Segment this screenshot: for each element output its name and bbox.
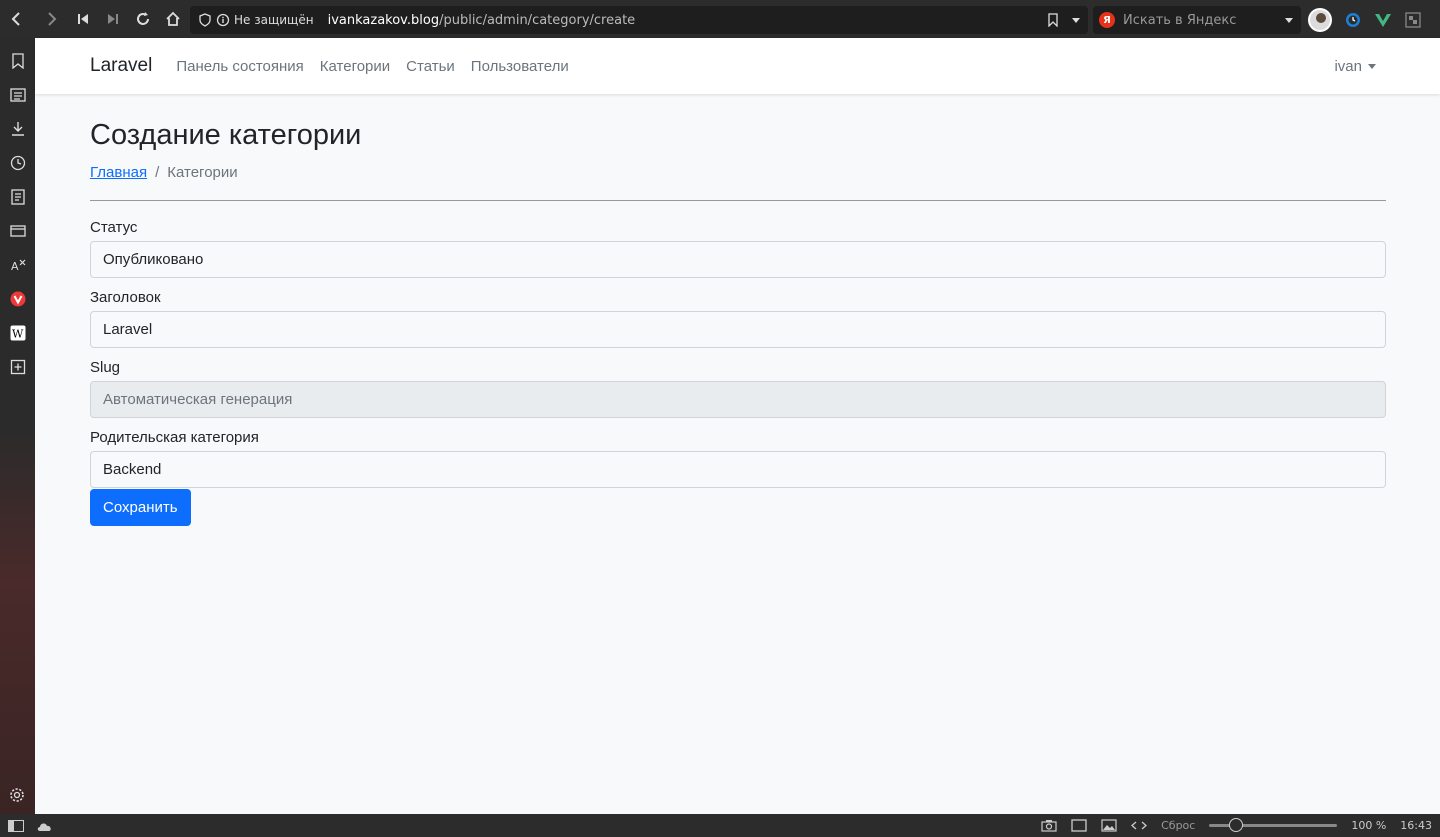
shield-icon [199,13,211,27]
zoom-slider[interactable] [1209,818,1338,832]
camera-icon[interactable] [1041,819,1057,832]
forward-icon[interactable] [36,4,66,34]
slug-input-placeholder: Автоматическая генерация [103,391,293,408]
bookmark-icon[interactable] [1046,13,1060,27]
status-select[interactable]: Опубликовано [90,241,1386,278]
settings-gear-icon[interactable] [6,784,28,806]
chevron-down-icon[interactable] [1283,14,1295,26]
save-button[interactable]: Сохранить [90,489,191,526]
wikipedia-icon[interactable]: W [7,322,29,344]
code-icon[interactable] [1131,819,1148,832]
svg-text:W: W [12,328,24,341]
divider [90,200,1386,201]
breadcrumb-home-link[interactable]: Главная [90,164,147,181]
url-host: ivankazakov.blog [327,12,440,28]
reload-icon[interactable] [128,4,158,34]
status-label: Статус [90,219,138,236]
nav-link-categories[interactable]: Категории [320,58,390,75]
nav-link-dashboard[interactable]: Панель состояния [176,58,303,75]
translate-icon[interactable]: A [7,254,29,276]
home-icon[interactable] [158,4,188,34]
zoom-reset-button[interactable]: Сброс [1161,819,1195,832]
url-path: /public/admin/category/create [439,12,636,28]
site-navbar: Laravel Панель состояния Категории Стать… [35,38,1440,94]
status-select-value: Опубликовано [103,251,204,268]
image-toggle-icon[interactable] [1101,819,1117,832]
rewind-icon[interactable] [68,4,98,34]
user-dropdown[interactable]: ivan [1334,58,1376,75]
heading-input[interactable]: Laravel [90,311,1386,348]
parent-category-value: Backend [103,461,162,478]
search-field[interactable]: Я Искать в Яндекс [1093,6,1301,34]
svg-text:A: A [11,260,19,273]
tile-window-icon[interactable] [1071,819,1087,832]
chevron-down-icon[interactable] [1070,14,1082,26]
address-bar[interactable]: Не защищён ivankazakov.blog/public/admin… [190,6,1088,34]
notes-icon[interactable] [7,186,29,208]
breadcrumb-separator: / [155,164,160,181]
status-field-group: Статус Опубликовано [90,219,1386,278]
url-text[interactable]: ivankazakov.blog/public/admin/category/c… [328,13,636,28]
main-content: Создание категории Главная / Категории С… [35,118,1386,526]
slug-input: Автоматическая генерация [90,381,1386,418]
breadcrumb-current: Категории [167,164,238,181]
security-label: Не защищён [234,13,314,27]
vivaldi-icon[interactable] [7,288,29,310]
vue-devtools-icon[interactable] [1374,11,1392,29]
user-name: ivan [1334,57,1362,75]
bookmarks-panel-icon[interactable] [7,50,29,72]
search-placeholder: Искать в Яндекс [1123,12,1237,28]
webpage: Laravel Панель состояния Категории Стать… [35,38,1440,814]
window-panel-icon[interactable] [7,220,29,242]
cloud-sync-icon[interactable] [36,820,54,832]
clock: 16:43 [1400,819,1432,832]
security-indicator[interactable]: Не защищён [190,13,314,27]
brand-link[interactable]: Laravel [90,55,152,77]
heading-input-value: Laravel [103,321,153,338]
back-icon[interactable] [2,4,32,34]
history-icon[interactable] [7,152,29,174]
downloads-icon[interactable] [7,118,29,140]
browser-side-panel: A W [0,38,35,814]
breadcrumb: Главная / Категории [90,164,1386,181]
yandex-icon: Я [1099,12,1115,28]
slug-field-group: Slug Автоматическая генерация [90,359,1386,418]
heading-label: Заголовок [90,289,161,306]
reading-list-icon[interactable] [7,84,29,106]
caret-down-icon [1368,63,1376,69]
nav-link-users[interactable]: Пользователи [471,58,569,75]
page-title: Создание категории [90,119,362,151]
parent-field-group: Родительская категория Backend [90,429,1386,488]
heading-field-group: Заголовок Laravel [90,289,1386,348]
clock-extension-icon[interactable] [1344,11,1362,29]
zoom-slider-knob[interactable] [1229,818,1244,832]
extension-icon[interactable] [1404,11,1422,29]
browser-toolbar: Не защищён ivankazakov.blog/public/admin… [0,0,1440,38]
fast-forward-icon[interactable] [98,4,128,34]
panel-toggle-icon[interactable] [8,819,24,832]
profile-avatar[interactable] [1308,8,1332,32]
browser-status-bar: Сброс 100 % 16:43 [0,814,1440,837]
add-panel-icon[interactable] [7,356,29,378]
slug-label: Slug [90,359,121,376]
zoom-level: 100 % [1351,819,1387,832]
info-icon [216,13,230,27]
parent-category-label: Родительская категория [90,429,259,446]
nav-link-articles[interactable]: Статьи [406,58,455,75]
parent-category-select[interactable]: Backend [90,451,1386,488]
